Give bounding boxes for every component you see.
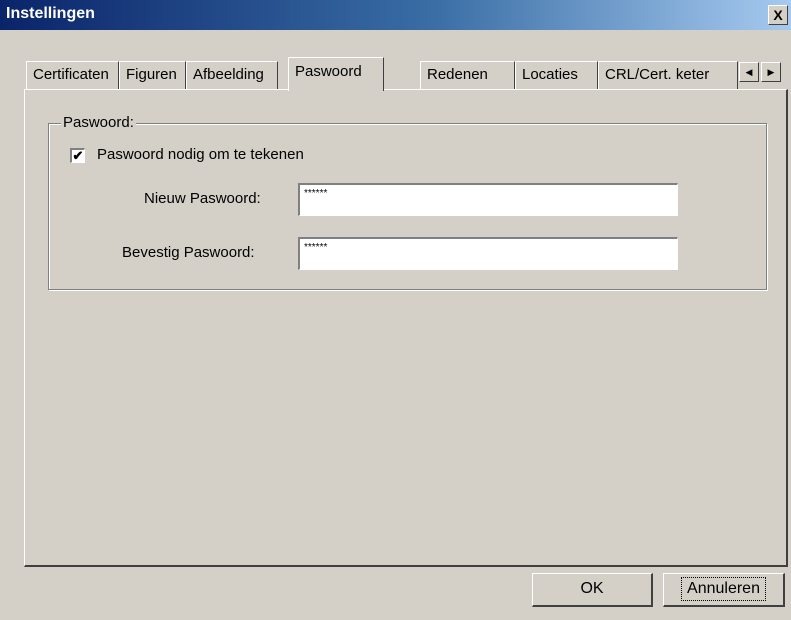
new-password-label: Nieuw Paswoord: [144,190,261,207]
tab-figuren[interactable]: Figuren [119,61,186,89]
new-password-field[interactable]: ****** [298,183,678,216]
close-icon: X [773,7,783,23]
tab-afbeelding[interactable]: Afbeelding [186,61,278,89]
tab-scroll-right-button[interactable]: ▶ [761,62,781,82]
checkmark-icon: ✔ [72,148,84,163]
tab-scroll-left-button[interactable]: ◀ [739,62,759,82]
close-button[interactable]: X [768,5,788,25]
arrow-left-icon: ◀ [745,67,753,77]
tab-crl-cert-keten[interactable]: CRL/Cert. keter [598,61,738,89]
tab-locaties[interactable]: Locaties [515,61,598,89]
ok-button[interactable]: OK [532,573,653,607]
ok-button-label: OK [580,580,604,597]
tab-certificaten[interactable]: Certificaten [26,61,119,89]
cancel-button-label: Annuleren [681,577,766,601]
group-label: Paswoord: [61,114,136,131]
title-bar: Instellingen X [0,0,791,30]
tab-paswoord[interactable]: Paswoord [288,57,384,91]
confirm-password-field[interactable]: ****** [298,237,678,270]
tab-redenen[interactable]: Redenen [420,61,515,89]
arrow-right-icon: ▶ [767,67,775,77]
tab-strip: Certificaten Figuren Afbeelding Paswoord… [26,57,791,91]
confirm-password-label: Bevestig Paswoord: [122,244,255,261]
password-required-checkbox[interactable]: ✔ [70,148,85,163]
password-required-label[interactable]: Paswoord nodig om te tekenen [97,146,304,163]
cancel-button[interactable]: Annuleren [663,573,785,607]
window-title: Instellingen [6,5,95,22]
